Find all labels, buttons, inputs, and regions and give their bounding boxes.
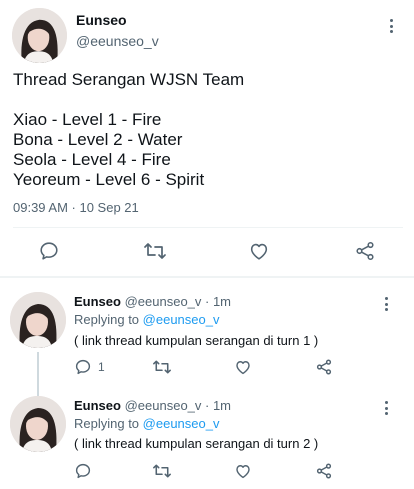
retweet-button[interactable] bbox=[152, 358, 172, 376]
reply-icon bbox=[75, 463, 91, 479]
reply-button[interactable]: 1 bbox=[74, 358, 105, 376]
more-options-icon[interactable] bbox=[380, 399, 392, 417]
replying-prefix: Replying to bbox=[74, 312, 140, 327]
avatar-photo bbox=[10, 292, 66, 348]
reply-text: ( link thread kumpulan serangan di turn … bbox=[74, 333, 319, 348]
heart-icon bbox=[236, 361, 250, 375]
share-icon bbox=[356, 241, 374, 261]
main-tweet: Eunseo @eeunseo_v Thread Serangan WJSN T… bbox=[0, 0, 414, 277]
tweet-text: Thread Serangan WJSN Team Xiao - Level 1… bbox=[13, 70, 244, 190]
author-handle-time[interactable]: @eeunseo_v · 1m bbox=[125, 398, 231, 413]
avatar-photo bbox=[12, 8, 67, 63]
avatar[interactable] bbox=[10, 396, 66, 452]
avatar-photo bbox=[10, 396, 66, 452]
reply-button[interactable] bbox=[38, 240, 60, 262]
share-icon bbox=[316, 359, 332, 375]
more-options-icon[interactable] bbox=[380, 295, 392, 313]
avatar[interactable] bbox=[10, 292, 66, 348]
like-button[interactable] bbox=[248, 240, 270, 262]
replying-prefix: Replying to bbox=[74, 416, 140, 431]
reply-text: ( link thread kumpulan serangan di turn … bbox=[74, 436, 319, 451]
avatar[interactable] bbox=[12, 8, 67, 63]
share-button[interactable] bbox=[354, 240, 376, 262]
author-name[interactable]: Eunseo bbox=[74, 398, 121, 413]
tweet-line: Yeoreum - Level 6 - Spirit bbox=[13, 170, 205, 189]
reply-icon bbox=[75, 359, 91, 375]
share-button[interactable] bbox=[315, 462, 333, 480]
author-handle-time[interactable]: @eeunseo_v · 1m bbox=[125, 294, 231, 309]
tweet-line: Seola - Level 4 - Fire bbox=[13, 150, 171, 169]
retweet-button[interactable] bbox=[143, 240, 167, 262]
divider bbox=[13, 227, 403, 228]
reply-header: Eunseo @eeunseo_v · 1m bbox=[74, 398, 231, 413]
reply-tweet[interactable]: Eunseo @eeunseo_v · 1m Replying to @eeun… bbox=[0, 278, 414, 398]
retweet-icon bbox=[153, 360, 171, 374]
like-button[interactable] bbox=[234, 358, 252, 376]
replying-to: Replying to @eeunseo_v bbox=[74, 312, 219, 327]
share-button[interactable] bbox=[315, 358, 333, 376]
heart-icon bbox=[236, 465, 250, 479]
tweet-timestamp[interactable]: 09:39 AM · 10 Sep 21 bbox=[13, 200, 139, 215]
author-handle[interactable]: @eeunseo_v bbox=[76, 33, 159, 49]
reply-header: Eunseo @eeunseo_v · 1m bbox=[74, 294, 231, 309]
reply-count: 1 bbox=[98, 360, 105, 374]
reply-icon bbox=[40, 242, 58, 260]
like-button[interactable] bbox=[234, 462, 252, 480]
tweet-line: Xiao - Level 1 - Fire bbox=[13, 110, 162, 129]
author-name[interactable]: Eunseo bbox=[76, 12, 127, 28]
retweet-icon bbox=[153, 464, 171, 478]
more-options-icon[interactable] bbox=[385, 17, 397, 35]
tweet-line: Thread Serangan WJSN Team bbox=[13, 70, 245, 89]
retweet-icon bbox=[144, 243, 166, 259]
retweet-button[interactable] bbox=[152, 462, 172, 480]
tweet-line: Bona - Level 2 - Water bbox=[13, 130, 183, 149]
replying-to: Replying to @eeunseo_v bbox=[74, 416, 219, 431]
mention-link[interactable]: @eeunseo_v bbox=[143, 416, 220, 431]
mention-link[interactable]: @eeunseo_v bbox=[143, 312, 220, 327]
heart-icon bbox=[250, 243, 268, 260]
share-icon bbox=[316, 463, 332, 479]
reply-button[interactable] bbox=[74, 462, 98, 480]
author-name[interactable]: Eunseo bbox=[74, 294, 121, 309]
reply-tweet[interactable]: Eunseo @eeunseo_v · 1m Replying to @eeun… bbox=[0, 388, 414, 489]
